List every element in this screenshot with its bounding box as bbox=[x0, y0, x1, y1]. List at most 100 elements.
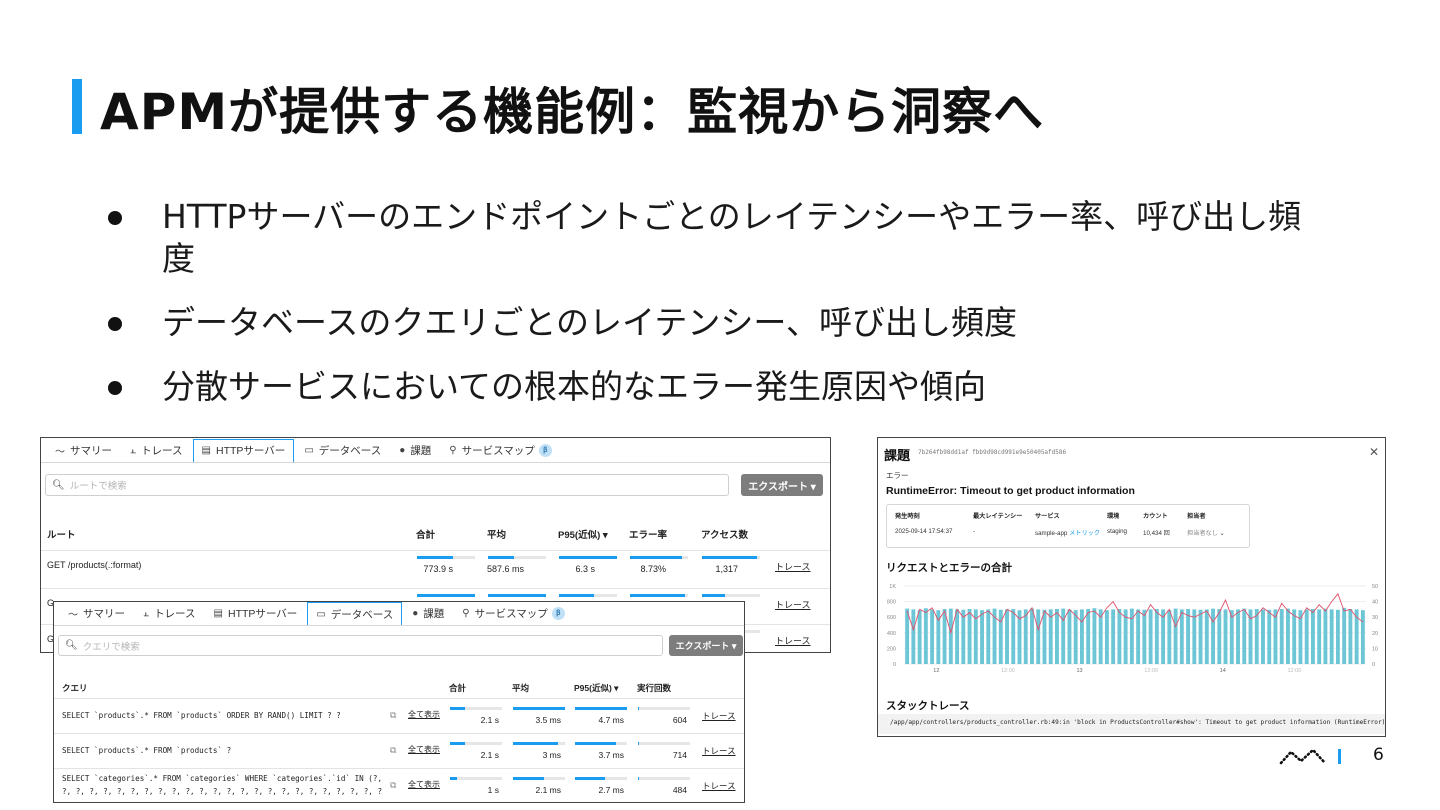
tab-summary[interactable]: 〜サマリー bbox=[47, 439, 120, 462]
tab-issues[interactable]: ● 課題 bbox=[404, 602, 452, 625]
table-row[interactable]: GET /products(.:format) 773.9 s 587.6 ms 6.… bbox=[41, 550, 830, 588]
metric-bar bbox=[630, 556, 688, 559]
error-title: RuntimeError: Timeout to get product inf… bbox=[886, 485, 1135, 497]
col-p95[interactable]: P95(近似) ▾ bbox=[574, 682, 618, 694]
request-bar bbox=[1086, 609, 1091, 664]
col-avg[interactable]: 平均 bbox=[487, 527, 506, 541]
tab-http-server[interactable]: ▤ HTTPサーバー bbox=[192, 438, 295, 462]
y-tick-label: 200 bbox=[887, 646, 896, 652]
metric-bar bbox=[575, 742, 627, 745]
trace-link[interactable]: トレース bbox=[702, 780, 736, 792]
tab-label: サービスマップ bbox=[461, 444, 535, 457]
route-search-input[interactable]: 🔍︎ ルートで検索 bbox=[45, 474, 729, 496]
table-row[interactable]: SELECT `products`.* FROM `products` ORDE… bbox=[54, 698, 744, 733]
request-bar bbox=[955, 609, 960, 664]
metric-bar bbox=[450, 742, 502, 745]
request-bar bbox=[1286, 608, 1290, 664]
col-avg[interactable]: 平均 bbox=[512, 682, 529, 694]
request-bar bbox=[1360, 610, 1365, 664]
request-bar bbox=[1329, 609, 1334, 664]
tab-summary[interactable]: 〜サマリー bbox=[60, 602, 133, 625]
tab-database[interactable]: ▭ データベース bbox=[296, 439, 389, 462]
bullet-item: 分散サービスにおいての根本的なエラー発生原因や傾向 bbox=[104, 366, 1304, 408]
service-value: sample-app bbox=[1035, 530, 1068, 537]
copy-icon[interactable]: ⧉ bbox=[390, 745, 396, 756]
tab-database[interactable]: ▭ データベース bbox=[307, 602, 403, 625]
trace-link[interactable]: トレース bbox=[702, 710, 736, 722]
table-row[interactable]: SELECT `categories`.* FROM `categories` … bbox=[54, 768, 744, 802]
total-cell: 1 s bbox=[487, 785, 499, 795]
metric-bar bbox=[575, 777, 627, 780]
col-access-count[interactable]: アクセス数 bbox=[701, 527, 748, 541]
table-row[interactable]: SELECT `products`.* FROM `products` ? ⧉ 全て… bbox=[54, 733, 744, 768]
col-error-rate[interactable]: エラー率 bbox=[629, 527, 667, 541]
access-cell: 1,317 bbox=[715, 564, 738, 574]
query-search-input[interactable]: 🔍︎ クエリで検索 bbox=[58, 635, 663, 656]
metric-bar bbox=[417, 594, 475, 597]
request-bar bbox=[1142, 609, 1147, 664]
show-all-link[interactable]: 全て表示 bbox=[408, 709, 440, 720]
stack-trace-title: スタックトレース bbox=[886, 700, 970, 712]
tab-service-map[interactable]: ⚲ サービスマップ β bbox=[454, 602, 573, 625]
count-cell: 604 bbox=[672, 715, 687, 725]
request-bar bbox=[1204, 609, 1209, 664]
col-exec-count[interactable]: 実行回数 bbox=[637, 682, 671, 694]
assignee-select[interactable]: 担当者なし ⌄ bbox=[1187, 528, 1225, 537]
x-tick-label: 12:00 bbox=[1288, 668, 1302, 674]
server-icon: ▤ bbox=[213, 608, 223, 619]
tab-label: HTTPサーバー bbox=[216, 445, 286, 457]
tab-trace[interactable]: ⫠ トレース bbox=[135, 602, 204, 625]
tab-trace[interactable]: ⫠ トレース bbox=[122, 439, 191, 462]
request-bar bbox=[1005, 609, 1009, 664]
export-button[interactable]: エクスポート ▾ bbox=[669, 635, 743, 656]
request-bar bbox=[1279, 609, 1284, 664]
time-value: 2025-09-14 17:54:37 bbox=[895, 528, 953, 535]
metric-bar bbox=[513, 742, 565, 745]
tab-service-map[interactable]: ⚲ サービスマップ β bbox=[441, 439, 560, 462]
trace-link[interactable]: トレース bbox=[775, 560, 811, 573]
metric-bar bbox=[559, 594, 617, 597]
trace-link[interactable]: トレース bbox=[775, 598, 811, 611]
request-bar bbox=[1348, 609, 1353, 664]
p95-cell: 2.7 ms bbox=[598, 785, 624, 795]
copy-icon[interactable]: ⧉ bbox=[390, 710, 396, 721]
service-map-icon: ⚲ bbox=[449, 444, 457, 456]
time-label: 発生時刻 bbox=[895, 513, 920, 520]
col-total[interactable]: 合計 bbox=[416, 527, 435, 541]
metric-bar bbox=[575, 707, 627, 710]
request-bar bbox=[1217, 609, 1222, 664]
request-bar bbox=[1211, 608, 1215, 664]
y2-tick-label: 30 bbox=[1372, 615, 1378, 621]
export-button[interactable]: エクスポート ▾ bbox=[741, 474, 823, 496]
chevron-down-icon: ⌄ bbox=[1219, 530, 1225, 537]
col-route[interactable]: ルート bbox=[47, 527, 76, 541]
col-total[interactable]: 合計 bbox=[449, 682, 466, 694]
trace-icon: ⫠ bbox=[143, 608, 150, 619]
tab-label: 課題 bbox=[410, 444, 432, 457]
request-bar bbox=[961, 609, 966, 664]
search-icon: 🔍︎ bbox=[65, 640, 78, 651]
beta-badge: β bbox=[538, 443, 552, 457]
request-bar bbox=[1254, 609, 1259, 664]
metric-bar bbox=[450, 707, 502, 710]
summary-icon: 〜 bbox=[55, 446, 65, 458]
tab-issues[interactable]: ● 課題 bbox=[391, 439, 439, 462]
tab-http-server[interactable]: ▤ HTTPサーバー bbox=[206, 602, 306, 625]
show-all-link[interactable]: 全て表示 bbox=[408, 744, 440, 755]
request-bar bbox=[1073, 610, 1078, 664]
trace-link[interactable]: トレース bbox=[702, 745, 736, 757]
latency-value: - bbox=[973, 528, 976, 535]
request-bar bbox=[1267, 609, 1272, 664]
show-all-link[interactable]: 全て表示 bbox=[408, 779, 440, 790]
request-bar bbox=[1067, 609, 1072, 664]
trace-link[interactable]: トレース bbox=[775, 634, 811, 647]
request-bar bbox=[1342, 607, 1347, 664]
request-bar bbox=[1223, 609, 1228, 664]
copy-icon[interactable]: ⧉ bbox=[390, 780, 396, 791]
trace-icon: ⫠ bbox=[130, 444, 137, 456]
close-icon[interactable]: ✕ bbox=[1369, 445, 1379, 459]
metrics-link[interactable]: メトリック bbox=[1069, 530, 1100, 537]
col-p95[interactable]: P95(近似) ▾ bbox=[558, 527, 608, 541]
col-query[interactable]: クエリ bbox=[62, 682, 88, 694]
metric-bar bbox=[638, 742, 690, 745]
